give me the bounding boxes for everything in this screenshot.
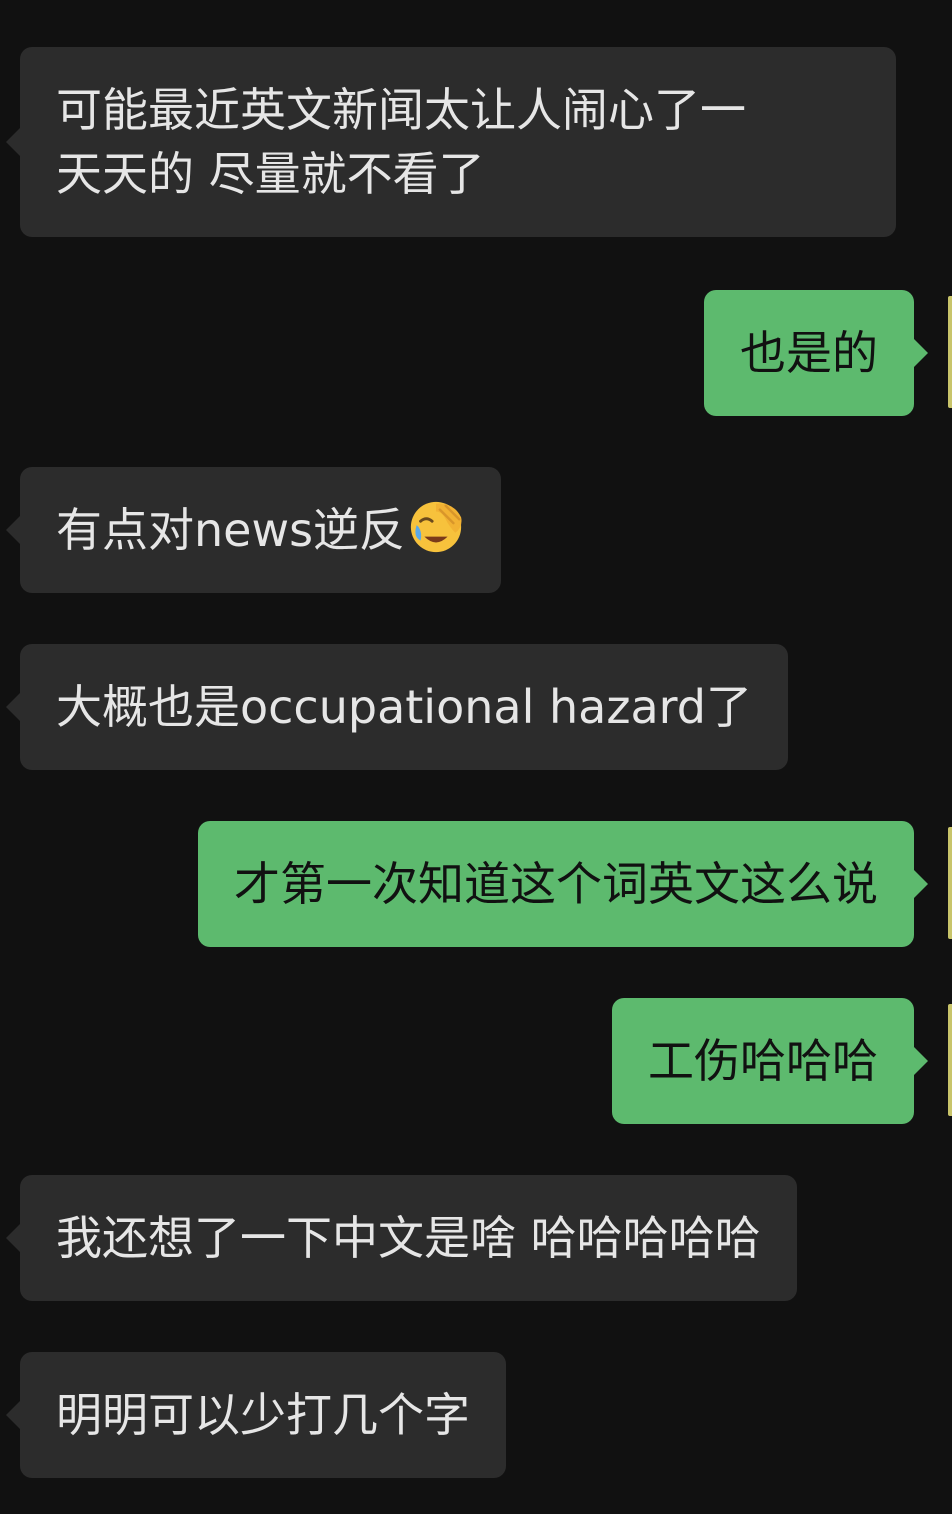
bubble-tail (914, 339, 928, 367)
bubble-tail (6, 128, 20, 156)
outgoing-message-bubble[interactable]: 工伤哈哈哈 (612, 998, 928, 1124)
face-palm-tears-emoji (410, 501, 462, 553)
message-text: 我还想了一下中文是啥 哈哈哈哈哈 (56, 1211, 761, 1265)
message-text: 也是的 (740, 326, 878, 380)
bubble-tail (914, 1047, 928, 1075)
incoming-message-bubble[interactable]: 可能最近英文新闻太让人闹心了一 天天的 尽量就不看了 (6, 47, 896, 237)
bubble-tail (6, 516, 20, 544)
incoming-message-bubble[interactable]: 明明可以少打几个字 (6, 1352, 506, 1478)
message-text: 明明可以少打几个字 (56, 1388, 470, 1442)
outgoing-message-bubble[interactable]: 也是的 (704, 290, 928, 416)
message-text: 大概也是occupational hazard了 (56, 680, 752, 734)
incoming-message-bubble[interactable]: 大概也是occupational hazard了 (6, 644, 788, 770)
incoming-message-bubble[interactable]: 我还想了一下中文是啥 哈哈哈哈哈 (6, 1175, 797, 1301)
avatar-edge (948, 1004, 952, 1116)
avatar-edge (948, 296, 952, 408)
message-text: 工伤哈哈哈 (648, 1034, 878, 1088)
avatar-edge (948, 827, 952, 939)
bubble-tail (914, 870, 928, 898)
outgoing-message-bubble[interactable]: 才第一次知道这个词英文这么说 (198, 821, 928, 947)
bubble-tail (6, 693, 20, 721)
message-text: 才第一次知道这个词英文这么说 (234, 857, 878, 911)
message-text-line: 天天的 尽量就不看了 (56, 147, 485, 201)
bubble-tail (6, 1401, 20, 1429)
message-text-line: 可能最近英文新闻太让人闹心了一 (56, 83, 746, 137)
incoming-message-bubble[interactable]: 有点对news逆反 (6, 467, 502, 593)
message-text: 有点对news逆反 (56, 503, 406, 557)
bubble-tail (6, 1224, 20, 1252)
